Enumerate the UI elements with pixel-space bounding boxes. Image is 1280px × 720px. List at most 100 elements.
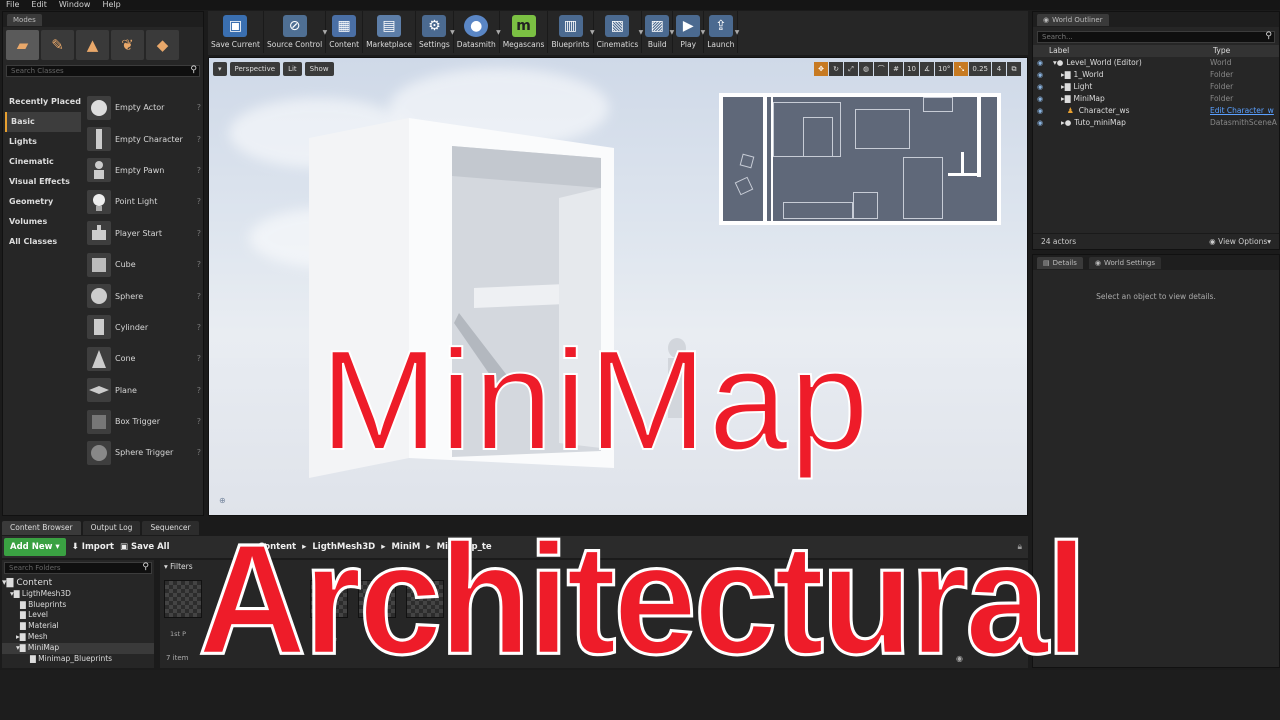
type-column-header[interactable]: Type [1213, 45, 1230, 57]
folder-content[interactable]: ▾▇ Content [2, 578, 154, 589]
item-sphere-trigger[interactable]: Sphere Trigger? [83, 437, 203, 468]
folder-level[interactable]: ▇ Level [2, 610, 154, 621]
outliner-row[interactable]: ◉ ▾● Level_World (Editor) World [1033, 57, 1279, 69]
megascans-button[interactable]: m Megascans [500, 11, 549, 53]
menu-edit[interactable]: Edit [25, 0, 53, 10]
help-icon[interactable]: ? [197, 260, 201, 269]
folder-minimap-blueprints[interactable]: ▇ Minimap_Blueprints [2, 654, 154, 665]
item-player-start[interactable]: Player Start? [83, 218, 203, 249]
category-basic[interactable]: Basic [5, 112, 81, 132]
category-all-classes[interactable]: All Classes [5, 232, 81, 252]
rotation-snap-icon[interactable]: ∡ [919, 62, 934, 76]
help-icon[interactable]: ? [197, 135, 201, 144]
scale-tool-icon[interactable]: ⤢ [844, 62, 859, 76]
marketplace-button[interactable]: ▤ Marketplace [363, 11, 417, 53]
viewport-menu-button[interactable]: ▾ [213, 62, 227, 76]
rotation-snap-value[interactable]: 10° [934, 62, 954, 76]
item-point-light[interactable]: Point Light? [83, 186, 203, 217]
folder-ligthmesh3d[interactable]: ▾▇ LigthMesh3D [2, 589, 154, 600]
menu-file[interactable]: File [0, 0, 25, 10]
eye-icon[interactable]: ◉ [1033, 93, 1047, 105]
save-all-button[interactable]: ▣ Save All [120, 542, 170, 552]
foliage-mode-icon[interactable]: ❦ [111, 30, 144, 60]
category-volumes[interactable]: Volumes [5, 212, 81, 232]
item-cone[interactable]: Cone? [83, 343, 203, 374]
category-lights[interactable]: Lights [5, 132, 81, 152]
show-button[interactable]: Show [304, 62, 334, 76]
eye-icon[interactable]: ◉ [1033, 105, 1047, 117]
eye-icon[interactable]: ◉ [1033, 117, 1047, 129]
datasmith-button[interactable]: ● Datasmith ▼ [454, 11, 501, 53]
import-button[interactable]: ⬇ Import [72, 542, 114, 552]
asset-thumbnail[interactable] [164, 580, 202, 618]
launch-button[interactable]: ⇪ Launch ▼ [704, 11, 739, 53]
maximize-viewport-icon[interactable]: ⧉ [1007, 62, 1021, 76]
perspective-button[interactable]: Perspective [229, 62, 281, 76]
tab-output-log[interactable]: Output Log [82, 521, 141, 535]
camera-speed-value[interactable]: 4 [992, 62, 1006, 76]
help-icon[interactable]: ? [197, 354, 201, 363]
source-control-button[interactable]: ⊘ Source Control ▼ [264, 11, 327, 53]
help-icon[interactable]: ? [197, 386, 201, 395]
landscape-mode-icon[interactable]: ▲ [76, 30, 109, 60]
folder-minimap[interactable]: ▾▇ MiniMap [2, 642, 154, 654]
view-options-button[interactable]: ◉ View Options▾ [1209, 234, 1271, 249]
cinematics-button[interactable]: ▧ Cinematics ▼ [594, 11, 643, 53]
save-current-button[interactable]: ▣ Save Current [208, 11, 264, 53]
edit-character-link[interactable]: Edit Character_w [1210, 105, 1274, 117]
outliner-row[interactable]: ◉ ▸▇ 1_World Folder [1033, 69, 1279, 81]
scale-snap-value[interactable]: 0.25 [969, 62, 991, 76]
item-empty-pawn[interactable]: Empty Pawn? [83, 155, 203, 186]
tab-content-browser[interactable]: Content Browser [2, 521, 81, 535]
search-folders-input[interactable]: Search Folders ⚲ [4, 562, 152, 574]
play-button[interactable]: ▶ Play ▼ [673, 11, 705, 53]
geometry-mode-icon[interactable]: ◆ [146, 30, 179, 60]
outliner-row[interactable]: ◉ ▸● Tuto_miniMap DatasmithSceneA [1033, 117, 1279, 129]
tab-modes[interactable]: Modes [7, 13, 42, 26]
help-icon[interactable]: ? [197, 292, 201, 301]
help-icon[interactable]: ? [197, 448, 201, 457]
menu-window[interactable]: Window [53, 0, 97, 10]
help-icon[interactable]: ? [197, 323, 201, 332]
item-sphere[interactable]: Sphere? [83, 280, 203, 311]
class-search-input[interactable]: Search Classes ⚲ [6, 65, 200, 77]
content-button[interactable]: ▦ Content [326, 11, 364, 53]
category-cinematic[interactable]: Cinematic [5, 152, 81, 172]
item-empty-actor[interactable]: Empty Actor? [83, 92, 203, 123]
add-new-button[interactable]: Add New ▾ [4, 538, 66, 556]
grid-size-value[interactable]: 10 [904, 62, 919, 76]
move-tool-icon[interactable]: ✥ [814, 62, 829, 76]
folder-mesh[interactable]: ▸▇ Mesh [2, 632, 154, 643]
tab-details[interactable]: ▤ Details [1037, 256, 1083, 269]
folder-material[interactable]: ▇ Material [2, 621, 154, 632]
filters-button[interactable]: ▾ Filters [164, 562, 193, 571]
settings-button[interactable]: ⚙ Settings ▼ [416, 11, 455, 53]
surface-snap-icon[interactable]: ⌒ [874, 62, 889, 76]
tab-world-settings[interactable]: ◉ World Settings [1088, 256, 1162, 269]
folder-blueprints[interactable]: ▇ Blueprints [2, 600, 154, 611]
item-empty-character[interactable]: Empty Character? [83, 123, 203, 154]
blueprints-button[interactable]: ▥ Blueprints ▼ [548, 11, 595, 53]
outliner-search-input[interactable]: Search... ⚲ [1037, 31, 1275, 43]
item-cube[interactable]: Cube? [83, 249, 203, 280]
outliner-row[interactable]: ◉ ▸▇ Light Folder [1033, 81, 1279, 93]
help-icon[interactable]: ? [197, 103, 201, 112]
scale-snap-icon[interactable]: ⤡ [954, 62, 969, 76]
tab-world-outliner[interactable]: ◉ World Outliner [1037, 13, 1109, 26]
eye-icon[interactable]: ◉ [1033, 69, 1047, 81]
lit-button[interactable]: Lit [283, 62, 302, 76]
paint-mode-icon[interactable]: ✎ [41, 30, 74, 60]
category-recently-placed[interactable]: Recently Placed [5, 92, 81, 112]
eye-icon[interactable]: ◉ [1033, 57, 1047, 69]
item-cylinder[interactable]: Cylinder? [83, 312, 203, 343]
outliner-row[interactable]: ◉ ♟ Character_ws Edit Character_w [1033, 105, 1279, 117]
eye-icon[interactable]: ◉ [1033, 81, 1047, 93]
item-plane[interactable]: Plane? [83, 375, 203, 406]
menu-help[interactable]: Help [96, 0, 126, 10]
label-column-header[interactable]: Label [1049, 45, 1069, 57]
tab-sequencer[interactable]: Sequencer [142, 521, 199, 535]
grid-snap-icon[interactable]: # [889, 62, 904, 76]
help-icon[interactable]: ? [197, 197, 201, 206]
category-visual-effects[interactable]: Visual Effects [5, 172, 81, 192]
item-box-trigger[interactable]: Box Trigger? [83, 406, 203, 437]
